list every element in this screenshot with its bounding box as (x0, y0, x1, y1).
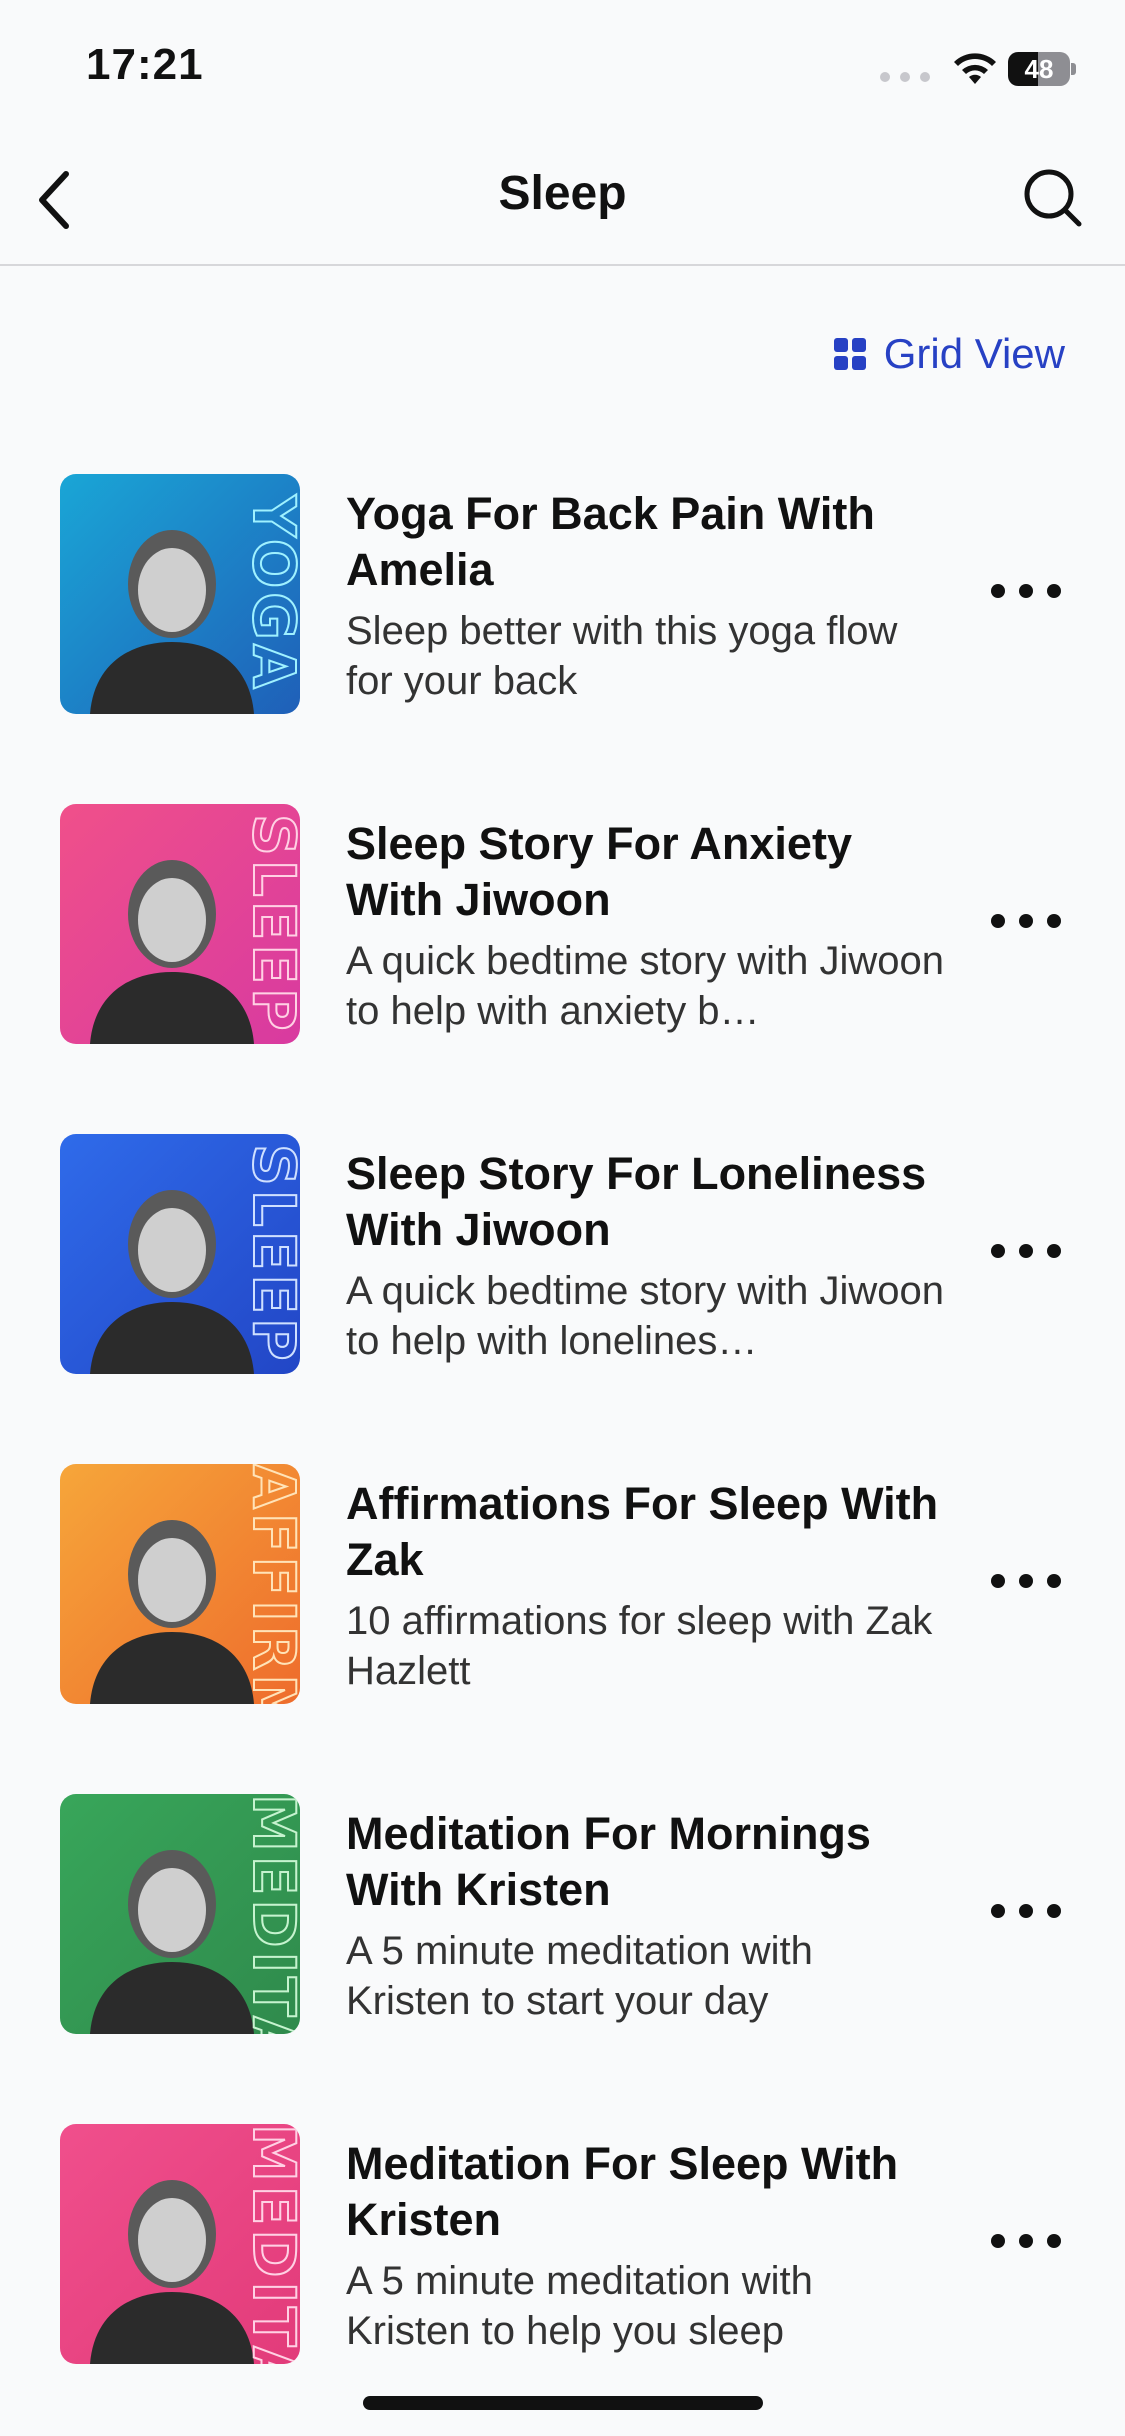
sleep-screen: 17:21 48 Sleep Grid View YOGA Yoga For B… (0, 0, 1125, 2436)
list-item[interactable]: SLEEP Sleep Story For Anxiety With Jiwoo… (0, 804, 1125, 1134)
status-bar: 17:21 48 (0, 0, 1125, 140)
thumbnail: YOGA (60, 474, 300, 714)
list-item[interactable]: MEDITATE Meditation For Mornings With Kr… (0, 1794, 1125, 2124)
search-icon (1024, 169, 1082, 227)
thumbnail-tag: MEDITATE (239, 1794, 300, 2034)
home-indicator (363, 2396, 763, 2410)
list-item[interactable]: YOGA Yoga For Back Pain With Amelia Slee… (0, 474, 1125, 804)
item-description: A quick bedtime story with Jiwoon to hel… (346, 1269, 945, 1363)
battery-icon: 48 (1008, 52, 1076, 86)
more-options-button[interactable] (991, 2216, 1061, 2266)
item-title: Yoga For Back Pain With Amelia (346, 488, 875, 595)
ellipsis-icon (991, 1574, 1005, 1588)
grid-icon (833, 338, 866, 370)
item-description: A 5 minute meditation with Kristen to st… (346, 1929, 813, 2023)
item-description: A 5 minute meditation with Kristen to he… (346, 2259, 813, 2353)
thumbnail: SLEEP (60, 1134, 300, 1374)
more-options-button[interactable] (991, 1886, 1061, 1936)
more-options-button[interactable] (991, 1226, 1061, 1276)
list-item[interactable]: MEDITATE Meditation For Sleep With Krist… (0, 2124, 1125, 2436)
search-button[interactable] (1013, 158, 1093, 238)
thumbnail-tag: SLEEP (239, 813, 300, 1035)
thumbnail: SLEEP (60, 804, 300, 1044)
item-title: Meditation For Mornings With Kristen (346, 1808, 871, 1915)
item-title: Meditation For Sleep With Kristen (346, 2138, 899, 2245)
thumbnail: MEDITATE (60, 2124, 300, 2364)
ellipsis-icon (991, 584, 1005, 598)
battery-percent: 48 (1024, 54, 1054, 84)
item-title: Sleep Story For Loneliness With Jiwoon (346, 1148, 927, 1255)
ellipsis-icon (991, 1904, 1005, 1918)
ellipsis-icon (991, 914, 1005, 928)
navigation-bar: Sleep (0, 140, 1125, 266)
thumbnail-tag: MEDITATE (239, 2124, 300, 2364)
wifi-icon (954, 53, 996, 84)
more-options-button[interactable] (991, 896, 1061, 946)
more-options-button[interactable] (991, 1556, 1061, 1606)
ellipsis-icon (991, 2234, 1005, 2248)
item-title: Sleep Story For Anxiety With Jiwoon (346, 818, 852, 925)
grid-view-button[interactable]: Grid View (833, 326, 1065, 382)
item-description: Sleep better with this yoga flow for you… (346, 609, 898, 703)
thumbnail: MEDITATE (60, 1794, 300, 2034)
thumbnail: AFFIRM (60, 1464, 300, 1704)
thumbnail-tag: YOGA (239, 494, 300, 694)
page-title: Sleep (498, 167, 627, 220)
cellular-signal-icon (880, 72, 930, 82)
list-item[interactable]: AFFIRM Affirmations For Sleep With Zak 1… (0, 1464, 1125, 1794)
thumbnail-tag: SLEEP (239, 1143, 300, 1365)
item-description: 10 affirmations for sleep with Zak Hazle… (346, 1599, 933, 1693)
list-item[interactable]: SLEEP Sleep Story For Loneliness With Ji… (0, 1134, 1125, 1464)
more-options-button[interactable] (991, 566, 1061, 616)
item-title: Affirmations For Sleep With Zak (346, 1478, 939, 1585)
thumbnail-tag: AFFIRM (239, 1464, 300, 1704)
grid-view-label: Grid View (883, 330, 1065, 377)
ellipsis-icon (991, 1244, 1005, 1258)
content-list: YOGA Yoga For Back Pain With Amelia Slee… (0, 474, 1125, 2436)
item-description: A quick bedtime story with Jiwoon to hel… (346, 939, 945, 1033)
status-time: 17:21 (86, 40, 204, 89)
